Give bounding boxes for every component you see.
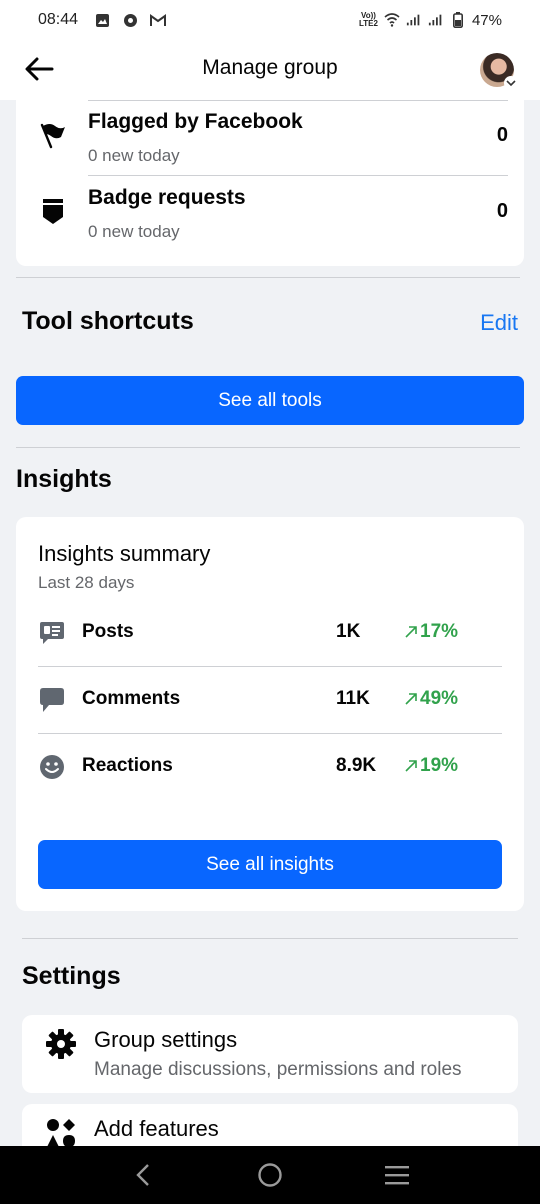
see-all-insights-button[interactable]: See all insights	[38, 840, 502, 889]
status-time: 08:44	[38, 11, 79, 28]
metric-label: Posts	[82, 621, 134, 642]
trend-up-icon	[405, 626, 417, 638]
setting-title: Add features	[94, 1116, 219, 1141]
wifi-icon	[384, 12, 400, 28]
metric-posts: Posts 1K 17%	[38, 601, 502, 667]
metric-change-value: 19%	[420, 755, 459, 776]
section-divider	[16, 277, 520, 278]
metric-value: 1K	[336, 621, 361, 642]
trend-up-icon	[405, 693, 417, 705]
row-subtitle: 0 new today	[88, 146, 180, 165]
posts-icon	[38, 619, 66, 647]
nav-back-button[interactable]	[123, 1155, 163, 1195]
nav-back-icon	[136, 1164, 150, 1186]
setting-title: Group settings	[94, 1027, 238, 1052]
review-card: Flagged by Facebook 0 new today 0 Badge …	[16, 100, 524, 266]
metric-comments: Comments 11K 49%	[38, 668, 502, 734]
gear-icon	[44, 1027, 78, 1061]
row-count: 0	[496, 200, 508, 222]
nav-menu-icon	[384, 1166, 409, 1185]
signal-icon-2	[428, 12, 444, 28]
badge-icon	[38, 196, 68, 226]
section-divider	[16, 447, 520, 448]
metric-value: 11K	[336, 688, 370, 709]
volte-indicator: Vo)) LTE2	[359, 12, 378, 28]
photo-notification-icon	[94, 12, 110, 28]
flagged-by-facebook-row[interactable]: Flagged by Facebook 0 new today 0	[16, 100, 524, 174]
chrome-notification-icon	[122, 12, 138, 28]
row-count: 0	[496, 124, 508, 146]
comment-icon	[38, 686, 66, 714]
metric-value: 8.9K	[336, 755, 377, 776]
gmail-notification-icon	[150, 12, 167, 28]
page-title: Manage group	[202, 56, 338, 79]
status-left: 08:44	[38, 11, 167, 29]
row-title: Badge requests	[88, 186, 246, 209]
nav-recents-button[interactable]	[377, 1155, 417, 1195]
nav-home-button[interactable]	[250, 1155, 290, 1195]
status-right: Vo)) LTE2 47%	[359, 12, 502, 29]
metric-change: 19%	[404, 755, 458, 777]
chevron-down-icon	[504, 76, 518, 90]
status-bar: 08:44 Vo)) LTE2 47%	[0, 0, 540, 40]
metric-label: Comments	[82, 688, 181, 709]
insights-summary-period: Last 28 days	[38, 573, 135, 592]
metric-change-value: 49%	[420, 688, 459, 709]
features-icon	[44, 1116, 78, 1150]
row-subtitle: 0 new today	[88, 222, 180, 241]
metric-change: 49%	[404, 688, 458, 710]
metric-change: 17%	[404, 621, 458, 643]
flag-icon	[38, 120, 68, 150]
smiley-icon	[38, 753, 66, 781]
insights-summary-card: Insights summary Last 28 days Posts 1K 1…	[16, 517, 524, 911]
insights-summary-title: Insights summary	[38, 541, 211, 566]
metric-reactions: Reactions 8.9K 19%	[38, 735, 502, 801]
app-header: Manage group	[0, 40, 540, 100]
battery-percent: 47%	[471, 11, 502, 29]
setting-subtitle: Manage discussions, permissions and role…	[94, 1059, 462, 1080]
see-all-tools-button[interactable]: See all tools	[16, 376, 524, 425]
section-divider	[22, 938, 518, 939]
nav-home-icon	[258, 1163, 282, 1187]
tool-shortcuts-heading: Tool shortcuts	[22, 307, 194, 335]
trend-up-icon	[405, 760, 417, 772]
insights-heading: Insights	[16, 465, 112, 493]
system-nav-bar	[0, 1146, 540, 1204]
volte-bottom-label: LTE2	[359, 19, 378, 28]
settings-heading: Settings	[22, 962, 121, 990]
metric-change-value: 17%	[420, 621, 459, 642]
group-settings-item[interactable]: Group settings Manage discussions, permi…	[22, 1015, 518, 1093]
badge-requests-row[interactable]: Badge requests 0 new today 0	[16, 176, 524, 250]
divider	[38, 733, 502, 734]
row-title: Flagged by Facebook	[88, 110, 303, 133]
divider	[38, 666, 502, 667]
signal-icon	[406, 12, 422, 28]
battery-icon	[450, 12, 466, 28]
edit-shortcuts-link[interactable]: Edit	[480, 310, 518, 336]
metric-label: Reactions	[82, 755, 173, 776]
profile-avatar-button[interactable]	[480, 53, 518, 90]
